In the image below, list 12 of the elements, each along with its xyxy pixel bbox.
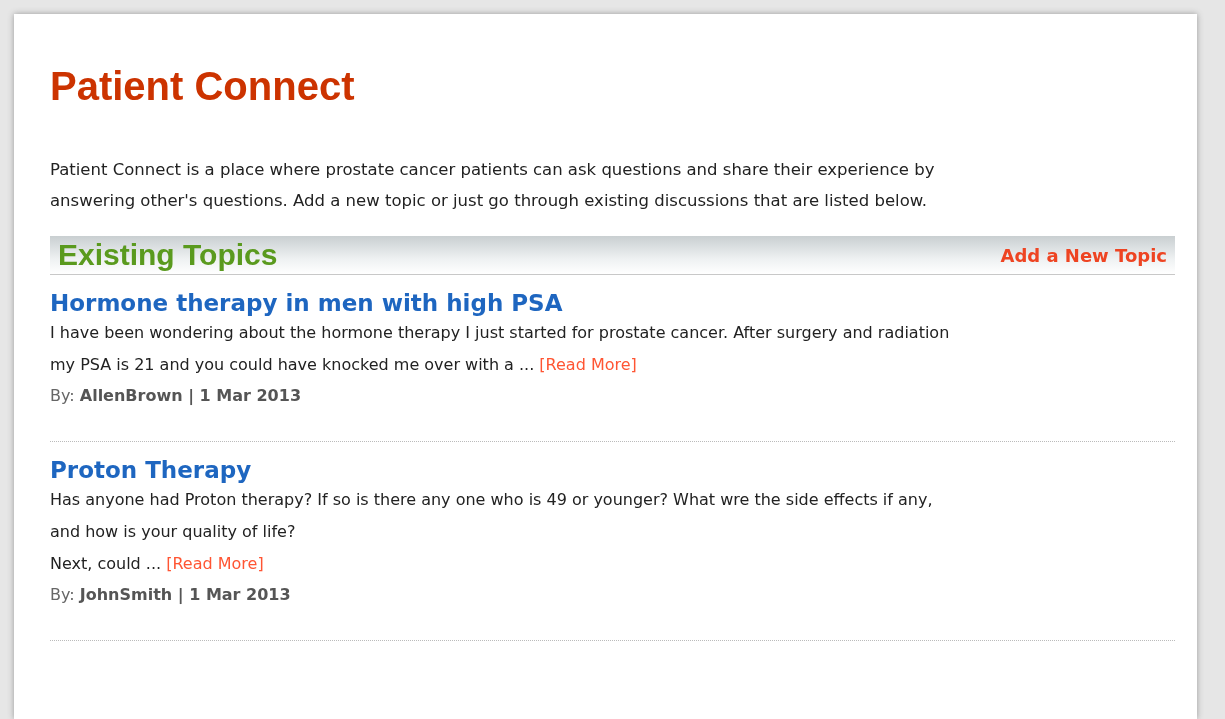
intro-text: Patient Connect is a place where prostate cancer patients can ask questions and share their experience by answering other's questions. Add a new topic or just go through existing discussions that are listed below. — [50, 159, 936, 212]
topic-title[interactable]: Proton Therapy — [50, 456, 252, 484]
add-topic-link[interactable]: Add a New Topic — [1000, 244, 1167, 266]
topic-title[interactable]: Hormone therapy in men with high PSA — [50, 289, 563, 317]
page-title: Patient Connect — [50, 63, 355, 110]
topic-meta: By: JohnSmith | 1 Mar 2013 — [50, 584, 291, 606]
topic-meta: By: AllenBrown | 1 Mar 2013 — [50, 385, 301, 407]
read-more-link[interactable]: [Read More] — [539, 355, 637, 374]
section-title: Existing Topics — [58, 238, 278, 272]
topic-excerpt: Has anyone had Proton therapy? If so is there any one who is 49 or younger? What wre the side effects if any, and how is your quality of life? Next, could ... [Read More] — [50, 489, 933, 575]
read-more-link[interactable]: [Read More] — [166, 554, 264, 573]
topic-excerpt: I have been wondering about the hormone therapy I just started for prostate cancer. After surgery and radiation my PSA is 21 and you could have knocked me over with a ... [Read More] — [50, 322, 950, 376]
